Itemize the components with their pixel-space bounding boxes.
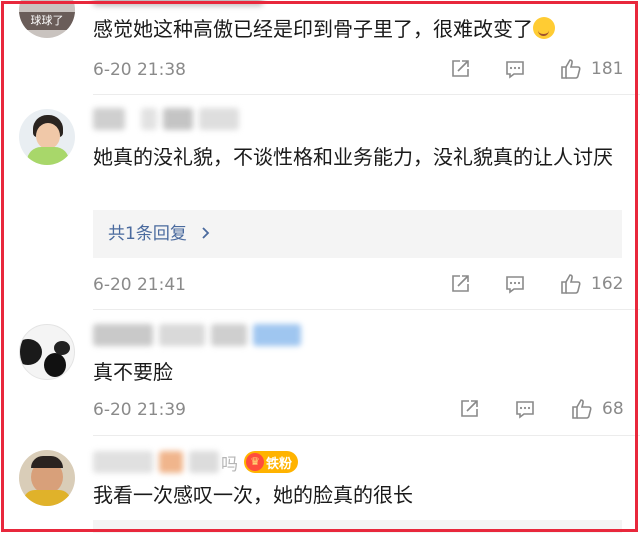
username-blurred (93, 0, 263, 10)
like-button[interactable]: 181 (559, 57, 623, 81)
avatar[interactable] (19, 324, 75, 380)
share-button[interactable] (458, 398, 480, 420)
comment-text: 我看一次感叹一次，她的脸真的很长 (93, 483, 413, 507)
share-button[interactable] (449, 273, 471, 295)
share-button[interactable] (449, 58, 471, 80)
chevron-right-icon (202, 227, 210, 239)
avatar[interactable] (19, 450, 75, 506)
comment-button[interactable] (504, 273, 526, 295)
username-row: 吗 ♛ 铁粉 (93, 447, 299, 477)
comment-button[interactable] (504, 58, 526, 80)
username-blurred (93, 104, 239, 134)
reply-summary-box[interactable]: 共1条回复 (93, 210, 622, 258)
comment-text: 真不要脸 (93, 360, 173, 384)
divider (93, 309, 640, 310)
comment-icon (506, 276, 524, 294)
reply-summary-box[interactable] (93, 520, 622, 533)
comment-text-content: 感觉她这种高傲已经是印到骨子里了，很难改变了 (93, 17, 533, 41)
fan-badge: ♛ 铁粉 (244, 451, 299, 473)
avatar[interactable]: 球球了 (19, 0, 75, 38)
like-count: 181 (591, 59, 624, 79)
like-count: 162 (591, 274, 624, 294)
divider (93, 435, 640, 436)
crown-icon: ♛ (246, 453, 264, 471)
reply-summary-text: 共1条回复 (108, 224, 187, 244)
like-button[interactable]: 68 (570, 397, 624, 421)
username-blurred (93, 320, 301, 350)
username-suffix: 吗 (221, 454, 238, 475)
avatar-label: 球球了 (19, 12, 75, 30)
comment-icon (506, 61, 524, 79)
thumbs-up-icon (572, 399, 592, 419)
thumbs-up-icon (561, 274, 581, 294)
divider (93, 94, 640, 95)
comment-time: 6-20 21:38 (93, 60, 186, 80)
fan-badge-label: 铁粉 (266, 456, 293, 472)
comment-time: 6-20 21:39 (93, 400, 186, 420)
comment-icon (516, 401, 534, 419)
share-icon (461, 400, 478, 417)
comment-text: 她真的没礼貌，不谈性格和业务能力，没礼貌真的让人讨厌 (93, 145, 613, 169)
drooling-face-icon (533, 17, 555, 39)
share-icon (452, 275, 469, 292)
like-button[interactable]: 162 (559, 272, 623, 296)
comment-text: 感觉她这种高傲已经是印到骨子里了，很难改变了 (93, 14, 623, 44)
comment-button[interactable] (514, 398, 536, 420)
share-icon (452, 60, 469, 77)
thumbs-up-icon (561, 59, 581, 79)
like-count: 68 (602, 399, 624, 419)
view-replies-link[interactable]: 共1条回复 (108, 223, 212, 245)
avatar[interactable] (19, 109, 75, 165)
comment-time: 6-20 21:41 (93, 275, 186, 295)
